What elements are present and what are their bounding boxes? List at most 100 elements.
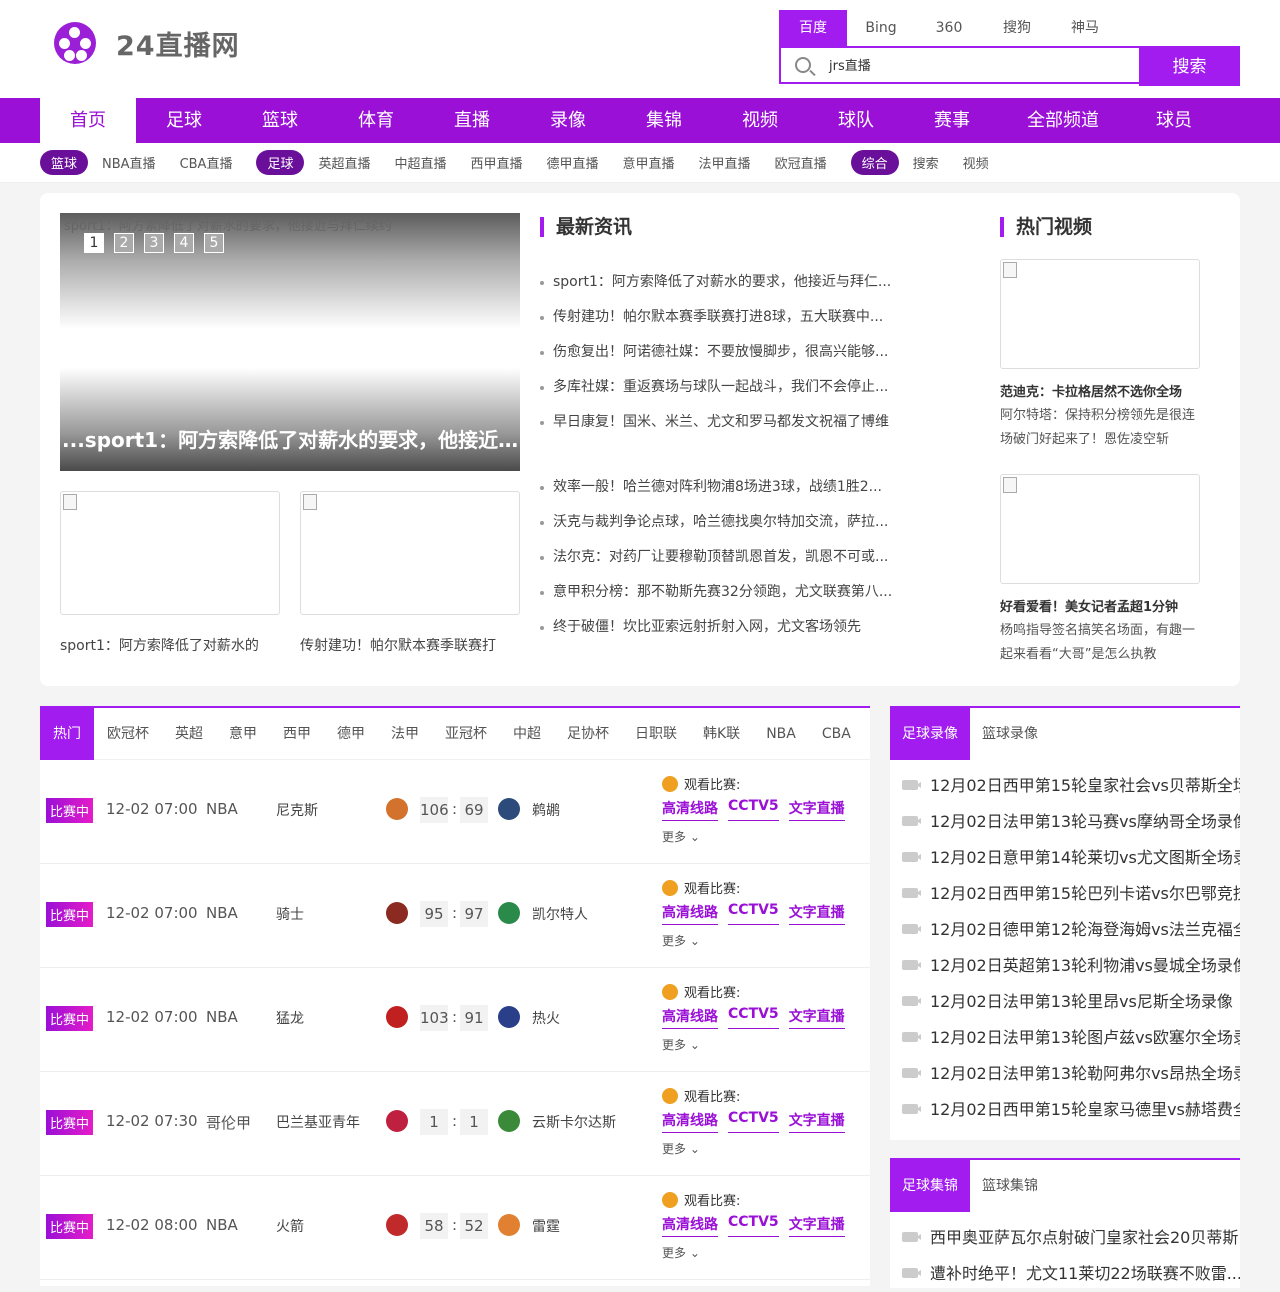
nav-replay[interactable]: 录像: [520, 98, 616, 143]
more-link[interactable]: 更多 ⌄: [662, 932, 700, 949]
video-card[interactable]: 好看爱看！美女记者孟超1分钟 杨鸣指导签名搞笑名场面，有趣一起来看看“大哥”是怎…: [1000, 474, 1200, 667]
thumb-card[interactable]: sport1：阿方索降低了对薪水的: [60, 491, 280, 655]
video-card[interactable]: 范迪克：卡拉格居然不选你全场 阿尔特塔：保持积分榜领先是很连场破门好起来了！恩佐…: [1000, 259, 1200, 452]
league-tab[interactable]: 韩K联: [690, 708, 753, 760]
stream-link[interactable]: 高清线路: [662, 1214, 718, 1237]
slider-dot[interactable]: 4: [174, 233, 194, 253]
league-tab[interactable]: 意甲: [216, 708, 270, 760]
slider-dot[interactable]: 5: [204, 233, 224, 253]
away-team[interactable]: 云斯卡尔达斯: [532, 1112, 616, 1132]
news-link[interactable]: sport1：阿方索降低了对薪水的要求，他接近与拜仁...: [540, 265, 920, 300]
slider-dot[interactable]: 1: [84, 233, 104, 253]
tab-football-replay[interactable]: 足球录像: [890, 708, 970, 760]
nav-basketball[interactable]: 篮球: [232, 98, 328, 143]
league-tab[interactable]: NBA: [753, 708, 809, 760]
site-logo[interactable]: 24直播网: [54, 22, 240, 64]
away-team[interactable]: 热火: [532, 1008, 560, 1028]
league-tab[interactable]: 西甲: [270, 708, 324, 760]
stream-link[interactable]: 高清线路: [662, 1110, 718, 1133]
engine-tab-baidu[interactable]: 百度: [779, 10, 847, 46]
replay-link[interactable]: 12月02日法甲第13轮马赛vs摩纳哥全场录像: [890, 804, 1240, 840]
league-tab[interactable]: 法甲: [378, 708, 432, 760]
slider-dot[interactable]: 2: [114, 233, 134, 253]
subnav-link[interactable]: CBA直播: [180, 153, 233, 172]
news-link[interactable]: 传射建功！帕尔默本赛季联赛打进8球，五大联赛中...: [540, 300, 920, 335]
subnav-link[interactable]: 欧冠直播: [775, 153, 827, 172]
slider-dot[interactable]: 3: [144, 233, 164, 253]
away-team[interactable]: 凯尔特人: [532, 904, 588, 924]
more-link[interactable]: 更多 ⌄: [662, 1036, 700, 1053]
tab-basketball-replay[interactable]: 篮球录像: [970, 708, 1050, 760]
league-tab[interactable]: 英超: [162, 708, 216, 760]
league-name[interactable]: NBA: [206, 800, 238, 818]
home-team[interactable]: 猛龙: [276, 1008, 304, 1028]
nav-teams[interactable]: 球队: [808, 98, 904, 143]
league-tab[interactable]: 中超: [500, 708, 554, 760]
replay-link[interactable]: 12月02日西甲第15轮皇家马德里vs赫塔费全场录像: [890, 1092, 1240, 1128]
stream-link[interactable]: CCTV5: [728, 798, 779, 821]
replay-link[interactable]: 12月02日英超第13轮利物浦vs曼城全场录像: [890, 948, 1240, 984]
subnav-link[interactable]: 西甲直播: [471, 153, 523, 172]
stream-link[interactable]: CCTV5: [728, 902, 779, 925]
engine-tab-sogou[interactable]: 搜狗: [983, 10, 1051, 46]
home-team[interactable]: 巴兰基亚青年: [276, 1112, 360, 1132]
stream-link[interactable]: CCTV5: [728, 1006, 779, 1029]
replay-link[interactable]: 西甲奥亚萨瓦尔点射破门皇家社会20贝蒂斯: [890, 1220, 1240, 1256]
nav-live[interactable]: 直播: [424, 98, 520, 143]
news-link[interactable]: 效率一般！哈兰德对阵利物浦8场进3球，战绩1胜2...: [540, 470, 920, 505]
league-name[interactable]: NBA: [206, 904, 238, 922]
nav-video[interactable]: 视频: [712, 98, 808, 143]
stream-link[interactable]: 文字直播: [788, 1214, 845, 1237]
stream-link[interactable]: 文字直播: [788, 1006, 845, 1029]
league-tab[interactable]: 热门: [40, 707, 94, 760]
stream-link[interactable]: 高清线路: [662, 902, 718, 925]
nav-events[interactable]: 赛事: [904, 98, 1000, 143]
subnav-link[interactable]: 法甲直播: [699, 153, 751, 172]
home-team[interactable]: 尼克斯: [276, 800, 318, 820]
league-tab[interactable]: 足协杯: [554, 708, 622, 760]
league-tab[interactable]: 日职联: [622, 708, 690, 760]
subnav-link[interactable]: 搜索: [913, 153, 939, 172]
search-input[interactable]: jrs直播: [779, 46, 1139, 84]
stream-link[interactable]: 文字直播: [788, 902, 845, 925]
tab-football-highlights[interactable]: 足球集锦: [890, 1160, 970, 1212]
home-team[interactable]: 骑士: [276, 904, 304, 924]
news-link[interactable]: 伤愈复出！阿诺德社媒：不要放慢脚步，很高兴能够...: [540, 335, 920, 370]
league-name[interactable]: 哥伦甲: [206, 1112, 251, 1133]
stream-link[interactable]: 高清线路: [662, 1006, 718, 1029]
subnav-link[interactable]: 视频: [963, 153, 989, 172]
replay-link[interactable]: 12月02日德甲第12轮海登海姆vs法兰克福全场录像: [890, 912, 1240, 948]
more-link[interactable]: 更多 ⌄: [662, 1140, 700, 1157]
league-tab[interactable]: 亚冠杯: [432, 708, 500, 760]
news-link[interactable]: 法尔克：对药厂让要穆勒顶替凯恩首发，凯恩不可或...: [540, 540, 920, 575]
away-team[interactable]: 鹈鹕: [532, 800, 560, 820]
stream-link[interactable]: CCTV5: [728, 1110, 779, 1133]
replay-link[interactable]: 12月02日法甲第13轮里昂vs尼斯全场录像: [890, 984, 1240, 1020]
nav-football[interactable]: 足球: [136, 98, 232, 143]
engine-tab-shenma[interactable]: 神马: [1051, 10, 1119, 46]
league-name[interactable]: NBA: [206, 1216, 238, 1234]
subnav-link[interactable]: NBA直播: [102, 153, 156, 172]
subnav-football[interactable]: 足球: [256, 150, 305, 175]
stream-link[interactable]: 高清线路: [662, 798, 718, 821]
league-tab[interactable]: CBA: [809, 708, 864, 760]
replay-link[interactable]: 遭补时绝平！尤文11莱切22场联赛不败雷...: [890, 1256, 1240, 1292]
replay-link[interactable]: 12月02日意甲第14轮莱切vs尤文图斯全场录像: [890, 840, 1240, 876]
thumb-card[interactable]: 传射建功！帕尔默本赛季联赛打: [300, 491, 520, 655]
stream-link[interactable]: 文字直播: [788, 798, 845, 821]
nav-all-channels[interactable]: 全部频道: [1000, 98, 1126, 143]
news-link[interactable]: 意甲积分榜：那不勒斯先赛32分领跑，尤文联赛第八...: [540, 575, 920, 610]
news-link[interactable]: 早日康复！国米、米兰、尤文和罗马都发文祝福了博维: [540, 405, 920, 440]
news-link[interactable]: 终于破僵！坎比亚索远射折射入网，尤文客场领先: [540, 610, 920, 645]
subnav-basketball[interactable]: 篮球: [40, 150, 89, 175]
stream-link[interactable]: 文字直播: [788, 1110, 845, 1133]
hero-slider[interactable]: sport1：阿方索降低了对薪水的要求，他接近与拜仁续约 1 2 3 4 5 .…: [60, 213, 520, 471]
replay-link[interactable]: 12月02日西甲第15轮巴列卡诺vs尔巴鄂竞技全场录像: [890, 876, 1240, 912]
subnav-general[interactable]: 综合: [850, 150, 899, 175]
engine-tab-360[interactable]: 360: [915, 10, 983, 46]
away-team[interactable]: 雷霆: [532, 1216, 560, 1236]
search-button[interactable]: 搜索: [1139, 46, 1240, 86]
league-tab[interactable]: 欧冠杯: [94, 708, 162, 760]
news-link[interactable]: 沃克与裁判争论点球，哈兰德找奥尔特加交流，萨拉...: [540, 505, 920, 540]
replay-link[interactable]: 12月02日法甲第13轮勒阿弗尔vs昂热全场录像: [890, 1056, 1240, 1092]
